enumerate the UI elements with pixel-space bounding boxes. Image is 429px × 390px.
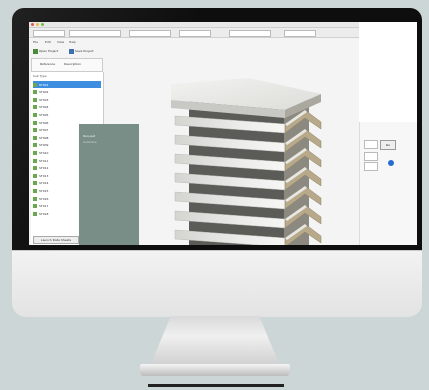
window-minimize-icon[interactable] [36, 23, 39, 26]
menu-file[interactable]: File [33, 40, 38, 44]
louvre-render-svg [171, 78, 322, 245]
list-item-label: ST002 [39, 90, 49, 95]
checkbox-icon[interactable] [33, 196, 37, 201]
dialog-subtitle: Available [83, 140, 97, 144]
save-icon [69, 48, 74, 54]
checkbox-icon[interactable] [33, 188, 37, 193]
list-item-label: ST006 [39, 120, 49, 125]
save-project-label: Save Project [75, 49, 94, 53]
toolbar-field[interactable] [33, 30, 65, 37]
list-item[interactable]: ST002 [33, 89, 101, 96]
monitor-chin [12, 250, 422, 317]
window-close-icon[interactable] [31, 23, 34, 26]
list-item-label: ST011 [39, 158, 49, 163]
checkbox-icon[interactable] [33, 204, 37, 209]
dialog-title: Request [83, 134, 96, 138]
list-item-label: ST017 [39, 204, 49, 209]
list-item-label: ST004 [39, 105, 49, 110]
toolbar [29, 28, 359, 38]
checkbox-icon[interactable] [33, 166, 37, 171]
checkbox-icon[interactable] [33, 112, 37, 117]
list-item-label: ST013 [39, 173, 49, 178]
checkbox-icon[interactable] [33, 120, 37, 125]
window-maximize-icon[interactable] [41, 23, 44, 26]
list-item-label: ST003 [39, 97, 49, 102]
screen: File Edit View Help Open Project Save Pr… [29, 22, 417, 245]
list-item-label: ST007 [39, 128, 49, 133]
open-project-button[interactable]: Open Project [33, 48, 58, 54]
checkbox-icon[interactable] [33, 135, 37, 140]
checkbox-icon[interactable] [33, 211, 37, 216]
toolbar-field[interactable] [129, 30, 171, 37]
list-item-label: ST005 [39, 112, 49, 117]
menu-view[interactable]: View [57, 40, 64, 44]
toolbar-field[interactable] [69, 30, 121, 37]
list-item[interactable]: ST005 [33, 111, 101, 118]
base-shadow [148, 384, 284, 387]
checkbox-icon[interactable] [33, 150, 37, 155]
checkbox-icon[interactable] [33, 90, 37, 95]
menu-edit[interactable]: Edit [45, 40, 51, 44]
list-caption: Sub Type [33, 74, 47, 78]
list-item-label: ST009 [39, 143, 49, 148]
go-button[interactable]: Go [380, 140, 396, 150]
checkbox-icon[interactable] [33, 128, 37, 133]
checkbox-icon[interactable] [33, 143, 37, 148]
checkbox-icon[interactable] [33, 97, 37, 102]
list-item-label: ST010 [39, 150, 49, 155]
list-item-label: ST001 [39, 82, 49, 87]
launch-data-sheets-button[interactable]: Launch Data Sheets [33, 236, 79, 244]
column-header[interactable]: Description [64, 62, 81, 66]
list-item-label: ST008 [39, 135, 49, 140]
toolbar-field[interactable] [229, 30, 271, 37]
monitor-base [140, 364, 290, 376]
table-header: Reference Description [31, 58, 103, 72]
list-item-label: ST014 [39, 181, 49, 186]
list-item-label: ST012 [39, 166, 49, 171]
checkbox-icon[interactable] [33, 105, 37, 110]
list-item-label: ST015 [39, 188, 49, 193]
list-item-label: ST018 [39, 211, 49, 216]
save-project-button[interactable]: Save Project [69, 48, 94, 54]
column-header[interactable]: Reference [40, 62, 55, 66]
open-project-label: Open Project [39, 49, 59, 53]
list-item[interactable]: ST003 [33, 96, 101, 103]
list-item-label: ST016 [39, 196, 49, 201]
louvre-column-render [109, 44, 367, 245]
checkbox-icon[interactable] [33, 82, 37, 87]
checkbox-icon[interactable] [33, 181, 37, 186]
radio-icon[interactable] [388, 160, 394, 166]
monitor-stand [150, 316, 280, 366]
list-item[interactable]: ST004 [33, 104, 101, 111]
folder-icon [33, 48, 38, 54]
list-item[interactable]: ST001 [33, 81, 101, 88]
toolbar-field[interactable] [179, 30, 211, 37]
properties-panel: Go [359, 122, 417, 245]
toolbar-field[interactable] [284, 30, 316, 37]
checkbox-icon[interactable] [33, 173, 37, 178]
checkbox-icon[interactable] [33, 158, 37, 163]
menu-help[interactable]: Help [69, 40, 76, 44]
